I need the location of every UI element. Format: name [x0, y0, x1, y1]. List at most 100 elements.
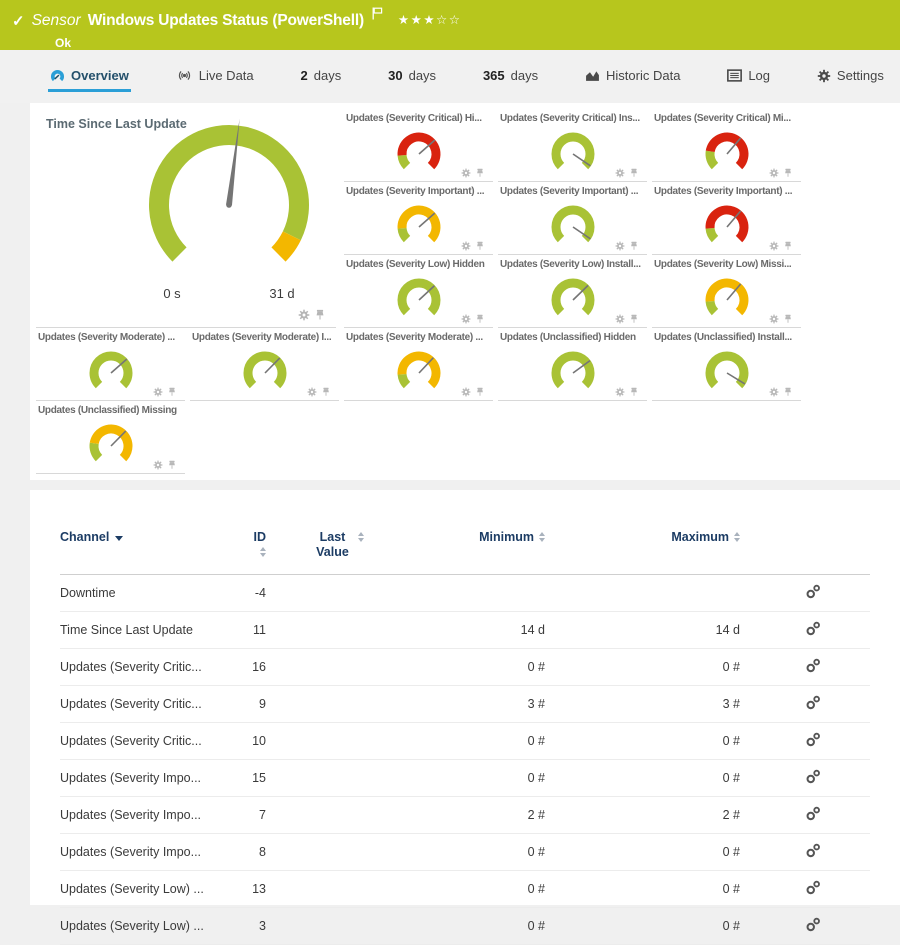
- panel-icons: [461, 241, 485, 251]
- mini-gauge: [389, 128, 449, 176]
- minimum-cell: 0 #: [370, 908, 560, 945]
- id-cell: 7: [250, 797, 306, 834]
- tab-label: days: [409, 68, 436, 83]
- channel-cell: Downtime: [60, 575, 250, 612]
- table-row: Updates (Severity Critic...93 #3 #: [60, 686, 870, 723]
- gear-icon[interactable]: [769, 241, 779, 251]
- id-cell: 11: [250, 612, 306, 649]
- gear-icon[interactable]: [153, 460, 163, 470]
- gear-icon[interactable]: [769, 387, 779, 397]
- column-header-last-value[interactable]: Last Value: [306, 530, 370, 575]
- channel-settings-icon[interactable]: [805, 732, 821, 747]
- channel-settings-icon[interactable]: [805, 806, 821, 821]
- minimum-cell: 14 d: [370, 612, 560, 649]
- time-since-last-update-gauge: 0 s31 d: [134, 117, 324, 307]
- id-cell: 15: [250, 760, 306, 797]
- tab-live-data[interactable]: Live Data: [174, 66, 256, 92]
- pin-icon[interactable]: [783, 168, 793, 178]
- pin-icon[interactable]: [629, 241, 639, 251]
- gear-icon[interactable]: [461, 241, 471, 251]
- pin-icon[interactable]: [783, 387, 793, 397]
- tab-2-days[interactable]: 2days: [299, 66, 344, 92]
- column-header-id[interactable]: ID: [250, 530, 306, 575]
- gear-icon[interactable]: [615, 168, 625, 178]
- tab-365-days[interactable]: 365days: [481, 66, 540, 92]
- pin-icon[interactable]: [167, 460, 177, 470]
- channel-cell: Updates (Severity Critic...: [60, 649, 250, 686]
- gear-icon[interactable]: [615, 387, 625, 397]
- channel-cell: Time Since Last Update: [60, 612, 250, 649]
- pin-icon[interactable]: [475, 241, 485, 251]
- pin-icon[interactable]: [629, 314, 639, 324]
- priority-flag-icon[interactable]: [372, 7, 383, 25]
- gear-icon[interactable]: [461, 168, 471, 178]
- channel-settings-icon[interactable]: [805, 769, 821, 784]
- column-header-maximum[interactable]: Maximum: [560, 530, 755, 575]
- column-header-settings: [755, 530, 870, 575]
- maximum-cell: 0 #: [560, 649, 755, 686]
- pin-icon[interactable]: [475, 387, 485, 397]
- chart-icon: [585, 69, 600, 85]
- tab-30-days[interactable]: 30days: [386, 66, 438, 92]
- gauge-panel-3: Updates (Severity Important) ...: [344, 182, 493, 255]
- pin-icon[interactable]: [167, 387, 177, 397]
- mini-gauge: [697, 274, 757, 322]
- pin-icon[interactable]: [783, 314, 793, 324]
- gear-icon[interactable]: [615, 241, 625, 251]
- channel-settings-icon[interactable]: [805, 658, 821, 673]
- gauge-panel-0: Updates (Severity Critical) Hi...: [344, 109, 493, 182]
- gear-icon[interactable]: [769, 168, 779, 178]
- gear-icon[interactable]: [461, 314, 471, 324]
- panel-icons: [615, 168, 639, 178]
- panel-icons: [461, 387, 485, 397]
- sort-icon: [734, 532, 740, 542]
- column-header-channel[interactable]: Channel: [60, 530, 250, 575]
- pin-icon[interactable]: [321, 387, 331, 397]
- last-value-cell: [306, 575, 370, 612]
- channel-settings-icon[interactable]: [805, 621, 821, 636]
- tab-log[interactable]: Log: [725, 66, 772, 92]
- gear-icon[interactable]: [153, 387, 163, 397]
- tab-settings[interactable]: Settings: [815, 66, 886, 92]
- gear-icon[interactable]: [307, 387, 317, 397]
- gear-icon[interactable]: [298, 309, 310, 321]
- settings-cell: [755, 649, 870, 686]
- maximum-cell: 0 #: [560, 908, 755, 945]
- pin-icon[interactable]: [475, 314, 485, 324]
- column-header-minimum[interactable]: Minimum: [370, 530, 560, 575]
- table-row: Updates (Severity Impo...150 #0 #: [60, 760, 870, 797]
- gauge-title: Updates (Severity Moderate) ...: [36, 328, 185, 346]
- priority-stars[interactable]: ★★★☆☆: [398, 12, 462, 27]
- last-value-cell: [306, 649, 370, 686]
- tab-label: Log: [748, 68, 770, 83]
- channel-settings-icon[interactable]: [805, 917, 821, 932]
- panel-icons: [769, 168, 793, 178]
- live-icon: [176, 69, 193, 85]
- channel-settings-icon[interactable]: [805, 695, 821, 710]
- channel-settings-icon[interactable]: [805, 843, 821, 858]
- gear-icon[interactable]: [461, 387, 471, 397]
- gauge-min-label: 0 s: [163, 286, 181, 301]
- gear-icon[interactable]: [769, 314, 779, 324]
- tab-label: Live Data: [199, 68, 254, 83]
- panel-icons: [298, 309, 326, 321]
- channel-settings-icon[interactable]: [805, 880, 821, 895]
- tab-label: Overview: [71, 68, 129, 83]
- gauge-title: Updates (Severity Critical) Hi...: [344, 109, 493, 127]
- pin-icon[interactable]: [314, 309, 326, 321]
- tab-historic-data[interactable]: Historic Data: [583, 66, 682, 92]
- gauge-panel-1: Updates (Severity Critical) Ins...: [498, 109, 647, 182]
- mini-gauge: [543, 128, 603, 176]
- last-value-cell: [306, 797, 370, 834]
- gear-icon[interactable]: [615, 314, 625, 324]
- tab-overview[interactable]: Overview: [48, 66, 131, 92]
- stars-filled[interactable]: ★★★: [398, 13, 436, 27]
- pin-icon[interactable]: [629, 387, 639, 397]
- sort-icon: [539, 532, 545, 542]
- pin-icon[interactable]: [475, 168, 485, 178]
- id-cell: 16: [250, 649, 306, 686]
- channel-settings-icon[interactable]: [805, 584, 821, 599]
- pin-icon[interactable]: [783, 241, 793, 251]
- stars-empty[interactable]: ☆☆: [436, 13, 461, 27]
- pin-icon[interactable]: [629, 168, 639, 178]
